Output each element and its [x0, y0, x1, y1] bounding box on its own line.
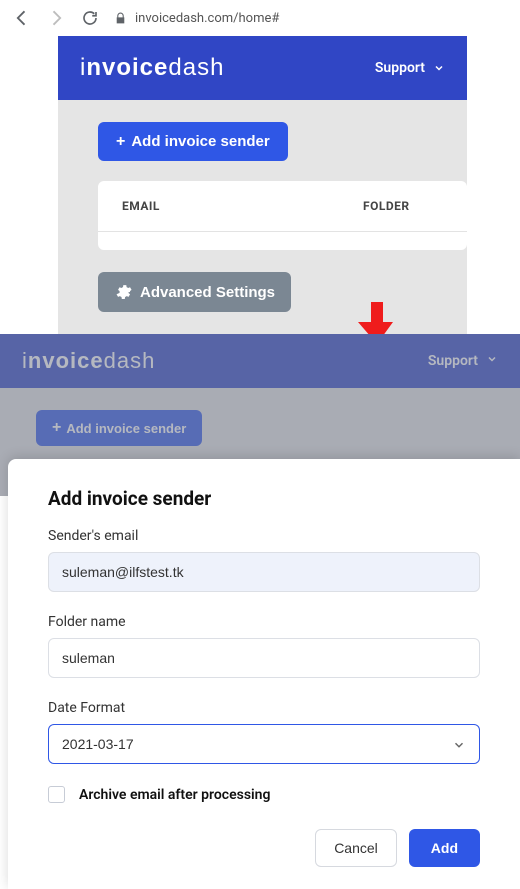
archive-checkbox-label: Archive email after processing — [79, 787, 270, 803]
forward-arrow-icon[interactable] — [46, 8, 66, 28]
panel-top-body: + Add invoice sender EMAIL FOLDER Advanc… — [58, 100, 467, 334]
sender-email-label: Sender's email — [48, 528, 480, 544]
add-invoice-sender-button-2[interactable]: + Add invoice sender — [36, 410, 202, 446]
column-folder: FOLDER — [363, 199, 443, 213]
plus-icon: + — [116, 134, 125, 150]
senders-table: EMAIL FOLDER — [98, 181, 467, 250]
chevron-down-icon-2 — [486, 353, 498, 369]
sender-email-input[interactable] — [48, 552, 480, 592]
support-label: Support — [375, 60, 425, 76]
support-dropdown-2[interactable]: Support — [428, 353, 498, 369]
add-invoice-sender-button[interactable]: + Add invoice sender — [98, 122, 288, 161]
column-email: EMAIL — [122, 199, 363, 213]
add-button-label: Add invoice sender — [131, 133, 269, 150]
plus-icon-2: + — [52, 420, 61, 436]
dialog-title: Add invoice sender — [48, 487, 480, 510]
url-text: invoicedash.com/home# — [135, 11, 279, 26]
add-sender-dialog: Add invoice sender Sender's email Folder… — [8, 459, 520, 889]
app-header-bottom: invoicedash Support — [0, 334, 520, 388]
brand-logo-2: invoicedash — [22, 348, 155, 374]
reload-icon[interactable] — [80, 8, 100, 28]
browser-bar: invoicedash.com/home# — [0, 0, 520, 36]
table-divider — [98, 231, 467, 232]
dialog-actions: Cancel Add — [48, 829, 480, 867]
date-format-field: Date Format — [48, 700, 480, 764]
advanced-settings-label: Advanced Settings — [140, 284, 275, 301]
folder-name-input[interactable] — [48, 638, 480, 678]
panel-top: invoicedash Support + Add invoice sender… — [58, 36, 467, 334]
folder-name-field: Folder name — [48, 614, 480, 678]
address-bar[interactable]: invoicedash.com/home# — [114, 11, 279, 26]
date-format-select[interactable] — [48, 724, 480, 764]
advanced-settings-button[interactable]: Advanced Settings — [98, 272, 291, 312]
cancel-button[interactable]: Cancel — [315, 829, 397, 867]
date-format-label: Date Format — [48, 700, 480, 716]
archive-checkbox-row: Archive email after processing — [48, 786, 480, 803]
support-label-2: Support — [428, 353, 478, 369]
table-header: EMAIL FOLDER — [98, 181, 467, 231]
brand-logo: invoicedash — [80, 54, 224, 82]
back-arrow-icon[interactable] — [12, 8, 32, 28]
support-dropdown[interactable]: Support — [375, 60, 445, 76]
sender-email-field: Sender's email — [48, 528, 480, 592]
gear-icon — [114, 283, 132, 301]
add-button[interactable]: Add — [409, 829, 480, 867]
archive-checkbox[interactable] — [48, 786, 65, 803]
chevron-down-icon — [433, 62, 445, 74]
folder-name-label: Folder name — [48, 614, 480, 630]
add-button-label-2: Add invoice sender — [66, 421, 186, 436]
app-header-top: invoicedash Support — [58, 36, 467, 100]
lock-icon — [114, 12, 127, 25]
